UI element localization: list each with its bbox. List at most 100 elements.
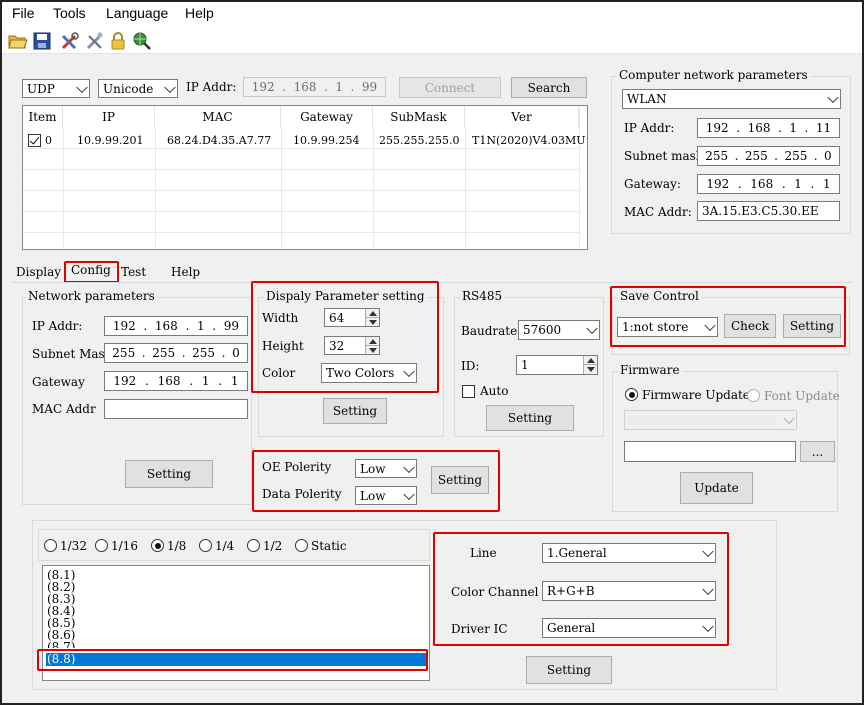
ip-octet: 168 bbox=[293, 80, 317, 94]
ip-dot: . bbox=[212, 319, 217, 333]
chevron-down-icon bbox=[586, 322, 598, 335]
chevron-down-icon bbox=[164, 81, 176, 93]
ip-octet: 255 bbox=[744, 149, 768, 163]
id-label: ID: bbox=[461, 359, 480, 373]
pc-mask-input[interactable]: 255. 255. 255. 0 bbox=[697, 146, 840, 166]
save-disk-icon[interactable] bbox=[32, 31, 52, 51]
scan-radio-1-8[interactable] bbox=[151, 539, 164, 552]
ip-octet: 1 bbox=[230, 374, 239, 388]
ip-dot: . bbox=[185, 319, 190, 333]
open-folder-icon[interactable] bbox=[8, 31, 28, 51]
font-update-label: Font Update bbox=[764, 389, 840, 403]
adapter-select[interactable]: WLAN bbox=[622, 89, 841, 109]
cell-gateway: 10.9.99.254 bbox=[293, 134, 360, 147]
menu-language[interactable]: Language bbox=[106, 5, 168, 21]
row-checkbox[interactable] bbox=[28, 134, 41, 147]
cell-mac: 68.24.D4.35.A7.77 bbox=[167, 134, 272, 147]
annotation-highlight bbox=[37, 649, 428, 671]
encoding-select[interactable]: Unicode bbox=[98, 79, 178, 98]
device-table[interactable]: Item IP MAC Gateway SubMask Ver 0 10.9.9… bbox=[22, 105, 588, 250]
spin-up-icon[interactable] bbox=[583, 356, 597, 365]
driver-setting-button[interactable]: Setting bbox=[526, 656, 612, 684]
protocol-select[interactable]: UDP bbox=[22, 79, 90, 98]
menu-help[interactable]: Help bbox=[185, 5, 214, 21]
scan-label-1-16: 1/16 bbox=[111, 539, 138, 553]
ip-dot: . bbox=[778, 121, 782, 135]
scan-radio-static[interactable] bbox=[295, 539, 308, 552]
ip-octet: 11 bbox=[815, 121, 832, 135]
menu-file[interactable]: File bbox=[12, 5, 35, 21]
auto-checkbox[interactable] bbox=[462, 385, 475, 398]
np-setting-button[interactable]: Setting bbox=[125, 460, 213, 488]
toolbar bbox=[0, 28, 864, 54]
np-gw-input[interactable]: 192. 168. 1. 1 bbox=[104, 371, 248, 391]
id-spinner[interactable]: 1 bbox=[516, 355, 598, 375]
baud-value: 57600 bbox=[523, 323, 562, 337]
col-header-gateway[interactable]: Gateway bbox=[281, 106, 373, 128]
pc-mac-input[interactable]: 3A.15.E3.C5.30.EE bbox=[697, 201, 840, 221]
ip-dot: . bbox=[810, 177, 815, 191]
pc-mac-label: MAC Addr: bbox=[624, 205, 692, 219]
rs485-setting-button[interactable]: Setting bbox=[486, 405, 574, 431]
settings-icon[interactable] bbox=[85, 31, 105, 51]
annotation-highlight bbox=[252, 450, 500, 512]
tab-help[interactable]: Help bbox=[171, 265, 200, 279]
tab-display[interactable]: Display bbox=[16, 265, 61, 279]
tools-icon[interactable] bbox=[60, 31, 80, 51]
scan-radio-1-4[interactable] bbox=[199, 539, 212, 552]
table-col-line bbox=[465, 128, 466, 248]
dp-setting-button[interactable]: Setting bbox=[323, 398, 387, 424]
fw-update-radio[interactable] bbox=[625, 388, 638, 401]
ip-octet: 255 bbox=[152, 346, 176, 360]
np-mac-input[interactable] bbox=[104, 399, 248, 419]
menu-tools[interactable]: Tools bbox=[53, 5, 86, 21]
col-header-ver[interactable]: Ver bbox=[465, 106, 579, 128]
table-col-line bbox=[281, 128, 282, 248]
tab-test[interactable]: Test bbox=[121, 265, 146, 279]
ip-octet: 192 bbox=[706, 177, 730, 191]
ip-dot: . bbox=[804, 121, 809, 135]
pc-ip-input[interactable]: 192. 168. 1. 11 bbox=[697, 118, 840, 138]
table-col-line bbox=[155, 128, 156, 248]
scan-radio-1-2[interactable] bbox=[247, 539, 260, 552]
ip-dot: . bbox=[218, 374, 223, 388]
firmware-path-input[interactable] bbox=[624, 441, 796, 462]
ip-dot: . bbox=[736, 121, 741, 135]
np-gw-label: Gateway bbox=[32, 375, 85, 389]
update-button[interactable]: Update bbox=[680, 472, 753, 504]
auto-label: Auto bbox=[480, 384, 509, 398]
ip-octet: 1 bbox=[196, 319, 205, 333]
ip-octet: 192 bbox=[705, 121, 729, 135]
scan-label-static: Static bbox=[311, 539, 347, 553]
cell-ip: 10.9.99.201 bbox=[77, 134, 144, 147]
top-ip-input[interactable]: 192. 168. 1. 99 bbox=[243, 77, 386, 97]
col-header-item[interactable]: Item bbox=[23, 106, 63, 128]
baud-select[interactable]: 57600 bbox=[518, 320, 600, 340]
pc-mask-label: Subnet mask bbox=[624, 149, 704, 163]
browse-button[interactable]: ... bbox=[800, 441, 835, 462]
spin-down-icon[interactable] bbox=[583, 365, 597, 374]
globe-search-icon[interactable] bbox=[132, 31, 152, 51]
scan-radio-1-32[interactable] bbox=[44, 539, 57, 552]
network-params-title: Network parameters bbox=[26, 289, 157, 303]
firmware-file-select[interactable] bbox=[624, 410, 797, 430]
chevron-down-icon bbox=[827, 91, 839, 104]
cell-ver: T1N(2020)V4.03MU bbox=[472, 134, 586, 147]
col-header-submask[interactable]: SubMask bbox=[373, 106, 465, 128]
pc-gw-input[interactable]: 192. 168. 1. 1 bbox=[697, 174, 840, 194]
font-update-radio[interactable] bbox=[747, 389, 760, 402]
search-button[interactable]: Search bbox=[511, 77, 587, 98]
col-header-ip[interactable]: IP bbox=[63, 106, 155, 128]
lock-icon[interactable] bbox=[108, 31, 128, 51]
connect-button[interactable]: Connect bbox=[399, 77, 501, 98]
np-mask-input[interactable]: 255. 255. 255. 0 bbox=[104, 343, 248, 363]
ip-octet: 168 bbox=[157, 374, 181, 388]
ip-dot: . bbox=[282, 80, 287, 94]
col-header-mac[interactable]: MAC bbox=[155, 106, 281, 128]
list-item[interactable]: (8.7) bbox=[47, 641, 75, 648]
scan-radio-1-16[interactable] bbox=[95, 539, 108, 552]
list-item[interactable]: (8.6) bbox=[47, 629, 75, 641]
ip-dot: . bbox=[734, 149, 739, 163]
np-ip-input[interactable]: 192. 168. 1. 99 bbox=[104, 316, 248, 336]
ip-dot: . bbox=[350, 80, 355, 94]
